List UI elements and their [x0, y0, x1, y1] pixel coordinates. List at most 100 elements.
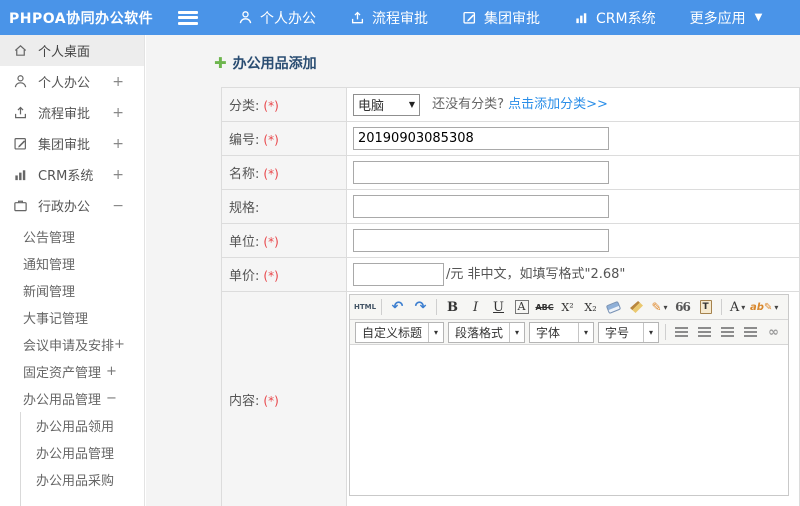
expander-plus[interactable]: + — [114, 337, 125, 352]
font-family-select[interactable]: 字体 ▾ — [529, 321, 594, 343]
name-input[interactable] — [352, 161, 609, 184]
sidebar-item-personal-desktop[interactable]: 个人桌面 — [0, 35, 144, 66]
sidebar-item-process-approval[interactable]: 流程审批 + — [0, 97, 144, 128]
redo-button[interactable]: ↷ — [410, 297, 431, 317]
category-select[interactable]: 电脑 ▼ — [352, 93, 420, 116]
sidebar-item-crm-system[interactable]: CRM系统 + — [0, 159, 144, 190]
superscript-button[interactable]: X² — [557, 297, 578, 317]
sidebar-item-group-approval[interactable]: 集团审批 + — [0, 128, 144, 159]
chart-icon — [576, 13, 587, 24]
sidebar-item-label: 大事记管理 — [23, 312, 89, 327]
sidebar-item-notice-mgmt[interactable]: 通知管理 — [0, 250, 144, 277]
undo-button[interactable]: ↶ — [387, 297, 408, 317]
strikethrough-button[interactable]: ABC — [534, 297, 555, 317]
sidebar-item-personal-office[interactable]: 个人办公 + — [0, 66, 144, 97]
align-center-button[interactable] — [694, 322, 715, 342]
align-left-button[interactable] — [671, 322, 692, 342]
sidebar-item-label: 会议申请及安排 — [23, 339, 115, 354]
top-navigation: 个人办公 流程审批 集团审批 CRM系统 更多应用 ▼ — [238, 8, 762, 28]
expander-minus[interactable]: − — [106, 391, 117, 406]
expander-plus[interactable]: + — [106, 364, 117, 379]
editor-body[interactable] — [349, 345, 788, 495]
custom-heading-select[interactable]: 自定义标题 ▾ — [354, 321, 444, 343]
justify-button[interactable] — [740, 322, 761, 342]
caret-down-icon: ▾ — [427, 322, 443, 342]
link-icon: ∞ — [768, 324, 779, 340]
sidebar-item-news-mgmt[interactable]: 新闻管理 — [0, 277, 144, 304]
sidebar-item-meeting-mgmt[interactable]: 会议申请及安排 + — [0, 331, 144, 358]
code-input[interactable] — [352, 127, 609, 150]
sidebar-item-label: 流程审批 — [38, 107, 91, 122]
spec-input[interactable] — [352, 195, 609, 218]
nav-more-apps[interactable]: 更多应用 ▼ — [690, 8, 763, 28]
auto-typeset-button[interactable]: ✎ ▾ — [649, 297, 670, 317]
caret-down-icon: ▾ — [774, 302, 779, 312]
process-icon — [12, 104, 29, 121]
nav-label: 集团审批 — [484, 10, 540, 27]
sidebar-item-label: 办公用品领用 — [36, 420, 115, 435]
process-icon — [351, 11, 364, 24]
sidebar-item-supplies-purchase[interactable]: 办公用品采购 — [21, 466, 144, 493]
expander-plus[interactable]: + — [112, 105, 124, 121]
home-icon — [12, 42, 29, 59]
caret-down-icon: ▾ — [663, 302, 668, 312]
pen-icon: ✎ — [763, 301, 773, 313]
paragraph-format-select[interactable]: 段落格式 ▾ — [447, 321, 525, 343]
sidebar-item-label: 新闻管理 — [23, 285, 76, 300]
sidebar-item-label: 固定资产管理 — [23, 366, 102, 381]
sidebar-item-supplies-claim[interactable]: 办公用品领用 — [21, 412, 144, 439]
pen-icon: ✎ — [651, 300, 662, 314]
sidebar-item-label: 办公用品采购 — [36, 474, 115, 489]
blockquote-button[interactable]: 66 — [672, 297, 693, 317]
font-color-button[interactable]: A ▾ — [727, 297, 748, 317]
form-row-price: 单价: (*) /元 非中文，如填写格式"2.68" — [221, 257, 800, 292]
highlight-color-button[interactable]: ab ✎ ▾ — [750, 297, 778, 317]
code-label: 编号: (*) — [221, 121, 347, 156]
html-source-button[interactable]: HTML — [354, 297, 376, 317]
sidebar-item-office-supplies-mgmt[interactable]: 办公用品管理 − — [0, 385, 144, 412]
add-category-link[interactable]: 点击添加分类>> — [508, 97, 608, 112]
format-brush-button[interactable] — [626, 297, 647, 317]
subscript-button[interactable]: X₂ — [580, 297, 601, 317]
align-right-button[interactable] — [717, 322, 738, 342]
required-mark: (*) — [263, 99, 279, 113]
editor-toolbar-row1: HTML ↶ ↷ B I U A ABC X² X₂ ✎ ▾ 66 T A ▾ … — [349, 295, 788, 320]
required-mark: (*) — [263, 167, 279, 181]
expander-minus[interactable]: − — [112, 198, 124, 214]
sidebar-item-admin-office[interactable]: 行政办公 − — [0, 190, 144, 221]
sidebar-item-events-mgmt[interactable]: 大事记管理 — [0, 304, 144, 331]
expander-plus[interactable]: + — [112, 167, 124, 183]
nav-personal-office[interactable]: 个人办公 — [238, 8, 316, 28]
insert-link-button[interactable]: ∞ — [763, 322, 784, 342]
nav-crm-system[interactable]: CRM系统 — [574, 8, 656, 28]
paste-plain-button[interactable]: T — [695, 297, 716, 317]
sidebar-item-fixed-assets-mgmt[interactable]: 固定资产管理 + — [0, 358, 144, 385]
expander-plus[interactable]: + — [112, 74, 124, 90]
eraser-button[interactable] — [603, 297, 624, 317]
edit-icon — [463, 11, 476, 24]
briefcase-icon — [12, 197, 29, 214]
required-mark: (*) — [263, 235, 279, 249]
category-label: 分类: (*) — [221, 87, 347, 122]
unit-label: 单位: (*) — [221, 223, 347, 258]
menu-toggle-icon[interactable] — [178, 10, 198, 25]
required-mark: (*) — [263, 269, 279, 283]
editor-toolbar-row2: 自定义标题 ▾ 段落格式 ▾ 字体 ▾ 字号 ▾ ∞ — [349, 320, 788, 345]
price-input[interactable] — [352, 263, 444, 286]
broom-icon — [630, 301, 644, 313]
italic-button[interactable]: I — [465, 297, 486, 317]
font-size-select[interactable]: 字号 ▾ — [598, 321, 659, 343]
nav-group-approval[interactable]: 集团审批 — [462, 8, 540, 28]
sidebar-item-supplies-manage[interactable]: 办公用品管理 — [21, 439, 144, 466]
nav-process-approval[interactable]: 流程审批 — [350, 8, 428, 28]
person-icon — [12, 73, 29, 90]
font-border-button[interactable]: A — [511, 297, 532, 317]
expander-plus[interactable]: + — [112, 136, 124, 152]
sidebar-item-announcement-mgmt[interactable]: 公告管理 — [0, 223, 144, 250]
nav-label: 更多应用 — [689, 10, 746, 27]
form-row-content: 内容: (*) HTML ↶ ↷ B I U A ABC X² X₂ ✎ ▾ 6… — [221, 291, 800, 506]
underline-button[interactable]: U — [488, 297, 509, 317]
sidebar-item-label: 个人桌面 — [38, 45, 91, 60]
bold-button[interactable]: B — [442, 297, 463, 317]
unit-input[interactable] — [352, 229, 609, 252]
